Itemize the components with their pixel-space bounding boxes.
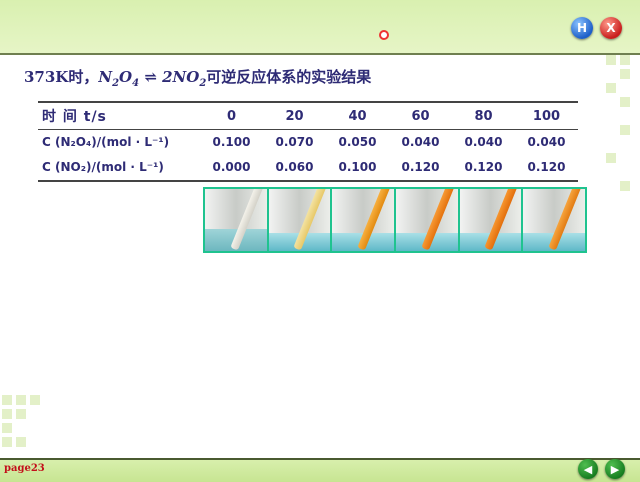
test-tube-photo bbox=[396, 189, 460, 251]
row-label-no2: C (NO₂)/(mol · L⁻¹) bbox=[38, 154, 200, 182]
formula-product: 2NO2 bbox=[162, 68, 207, 89]
value-cell: 0.120 bbox=[452, 154, 515, 182]
title-suffix: 可逆反应体系的实验结果 bbox=[206, 68, 372, 86]
experiment-photo-strip bbox=[203, 187, 587, 253]
value-cell: 0.040 bbox=[527, 135, 566, 149]
value-cell: 0.060 bbox=[263, 154, 326, 182]
test-tube-photo bbox=[268, 189, 333, 251]
test-tube-photo bbox=[205, 189, 269, 251]
test-tube-photo bbox=[332, 189, 397, 251]
time-cell: 20 bbox=[263, 101, 326, 130]
time-cell: 0 bbox=[200, 101, 263, 130]
title-prefix: 373K时， bbox=[24, 68, 99, 86]
time-cell: 80 bbox=[452, 101, 515, 130]
decorative-squares-bottom-left bbox=[0, 395, 40, 460]
value-cell: 0.100 bbox=[326, 154, 389, 182]
row-label-n2o4: C (N₂O₄)/(mol · L⁻¹) bbox=[42, 135, 170, 149]
next-slide-button[interactable]: ▶ bbox=[605, 459, 625, 479]
decorative-squares-top-right bbox=[600, 55, 640, 205]
formula-reactant: N2O4 bbox=[98, 68, 140, 89]
equilibrium-arrow: ⇌ bbox=[139, 68, 163, 86]
time-cell: 100 bbox=[515, 101, 578, 130]
value-cell: 0.040 bbox=[401, 135, 440, 149]
header-band: H X bbox=[0, 0, 640, 55]
value-cell: 0.120 bbox=[389, 154, 452, 182]
time-cell: 40 bbox=[326, 101, 389, 130]
previous-slide-button[interactable]: ◀ bbox=[578, 459, 598, 479]
value-cell: 0.120 bbox=[515, 154, 578, 182]
page-number-label: page23 bbox=[4, 463, 45, 474]
value-cell: 0.100 bbox=[212, 135, 251, 149]
time-header: 时 间 t/s bbox=[38, 101, 200, 130]
slide-title: 373K时，N2O4 ⇌ 2NO2可逆反应体系的实验结果 bbox=[24, 66, 371, 89]
table-row: C (NO₂)/(mol · L⁻¹) 0.000 0.060 0.100 0.… bbox=[38, 154, 578, 182]
results-table: 时 间 t/s 0 20 40 60 80 100 C (N₂O₄)/(mol … bbox=[38, 101, 578, 182]
test-tube-photo bbox=[523, 189, 586, 251]
value-cell: 0.000 bbox=[200, 154, 263, 182]
test-tube-photo bbox=[459, 189, 524, 251]
time-cell: 60 bbox=[389, 101, 452, 130]
table-row: C (N₂O₄)/(mol · L⁻¹) 0.100 0.070 0.050 0… bbox=[38, 130, 578, 155]
home-button[interactable]: H bbox=[571, 17, 593, 39]
value-cell: 0.070 bbox=[275, 135, 314, 149]
value-cell: 0.040 bbox=[464, 135, 503, 149]
footer-bar: page23 ◀ ▶ bbox=[0, 458, 640, 482]
value-cell: 0.050 bbox=[338, 135, 377, 149]
decorative-dot bbox=[379, 30, 389, 40]
table-header-row: 时 间 t/s 0 20 40 60 80 100 bbox=[38, 101, 578, 130]
close-button[interactable]: X bbox=[600, 17, 622, 39]
slide: H X 373K时，N2O4 ⇌ 2NO2可逆反应体系的实验结果 时 间 t/s… bbox=[0, 0, 640, 482]
